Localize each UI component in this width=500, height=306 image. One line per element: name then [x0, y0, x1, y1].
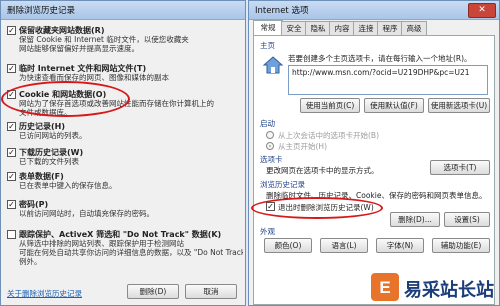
delete-button[interactable]: 删除(D): [127, 284, 179, 299]
startup-home-radio[interactable]: [266, 142, 274, 150]
accessibility-button[interactable]: 辅助功能(E): [432, 238, 490, 253]
highlight-oval-right: [251, 197, 383, 219]
tab-security[interactable]: 安全: [281, 21, 307, 35]
history-delete-button[interactable]: 删除(D)...: [390, 212, 440, 227]
highlight-oval: [1, 81, 130, 117]
tab-general[interactable]: 常规: [253, 20, 283, 35]
option-description: 从筛选中排除的网站列表、跟踪保护用于检测网站: [19, 239, 184, 248]
internet-options-dialog: Internet 选项 ✕ 常规 安全 隐私 内容 连接 程序 高级 主页 若要…: [248, 0, 500, 306]
appearance-section-label: 外观: [260, 227, 275, 236]
option-description: 可能在何处自动共享你访问的详细信息的数据，以及 "Do Not Track" 请…: [19, 248, 243, 257]
svg-text:E: E: [379, 278, 390, 297]
home-section-label: 主页: [260, 41, 275, 50]
option-description: 已下载的文件列表: [19, 157, 79, 166]
use-default-button[interactable]: 使用默认值(F): [364, 98, 424, 113]
languages-button[interactable]: 语言(L): [320, 238, 368, 253]
general-tab-panel: 主页 若要创建多个主页选项卡，请在每行输入一个地址(R)。 http://www…: [253, 35, 495, 305]
history-settings-button[interactable]: 设置(S): [444, 212, 490, 227]
option-checkbox[interactable]: ✓: [7, 172, 16, 181]
watermark-text: 易采站长站: [404, 280, 494, 301]
startup-last-session-label: 从上次会话中的选项卡开始(B): [278, 131, 379, 140]
option-checkbox[interactable]: [7, 230, 16, 239]
options-title: Internet 选项: [255, 6, 309, 16]
option-checkbox[interactable]: ✓: [7, 64, 16, 73]
dialog-title: 删除浏览历史记录: [7, 6, 76, 16]
cancel-button[interactable]: 取消: [185, 284, 237, 299]
tabs-section-label: 选项卡: [260, 155, 283, 164]
use-new-tab-button[interactable]: 使用新选项卡(U): [428, 98, 490, 113]
tab-content[interactable]: 内容: [329, 21, 355, 35]
option-description: 例外。: [19, 257, 42, 266]
option-description: 网站能够保留偏好并提高显示速度。: [19, 44, 139, 53]
option-description: 保留 Cookie 和 Internet 临时文件，以使您收藏夹: [19, 35, 189, 44]
about-delete-history-link[interactable]: 关于删除浏览历史记录: [7, 288, 82, 299]
tabs-settings-button[interactable]: 选项卡(T): [430, 160, 490, 175]
close-button[interactable]: ✕: [468, 3, 496, 18]
tab-programs[interactable]: 程序: [377, 21, 403, 35]
option-checkbox[interactable]: ✓: [7, 148, 16, 157]
fonts-button[interactable]: 字体(N): [376, 238, 424, 253]
delete-history-dialog: 删除浏览历史记录 ✓ 保留收藏夹网站数据(R) 保留 Cookie 和 Intern…: [0, 0, 246, 306]
home-url-input[interactable]: http://www.msn.com/?ocid=U219DHP&pc=U21: [288, 65, 488, 95]
startup-home-label: 从主页开始(H): [278, 142, 327, 151]
colors-button[interactable]: 颜色(O): [264, 238, 312, 253]
option-description: 已访问网站的列表。: [19, 131, 87, 140]
watermark-logo-icon: E: [371, 273, 399, 301]
option-checkbox[interactable]: ✓: [7, 26, 16, 35]
option-description: 已在表单中键入的保存信息。: [19, 181, 117, 190]
dialog-titlebar: 删除浏览历史记录: [1, 1, 245, 20]
home-hint: 若要创建多个主页选项卡，请在每行输入一个地址(R)。: [288, 54, 472, 63]
option-description: 以前访问网站时，自动填充保存的密码。: [19, 209, 154, 218]
startup-last-session-radio[interactable]: [266, 131, 274, 139]
site-watermark: E 易采站长站: [370, 270, 498, 304]
option-checkbox[interactable]: ✓: [7, 200, 16, 209]
home-page-icon: [262, 56, 284, 74]
tab-advanced[interactable]: 高级: [401, 21, 427, 35]
options-titlebar: Internet 选项 ✕: [249, 1, 499, 20]
startup-section-label: 启动: [260, 119, 275, 128]
option-checkbox[interactable]: ✓: [7, 122, 16, 131]
tab-connections[interactable]: 连接: [353, 21, 379, 35]
use-current-button[interactable]: 使用当前页(C): [300, 98, 360, 113]
history-section-label: 浏览历史记录: [260, 180, 305, 189]
tab-privacy[interactable]: 隐私: [305, 21, 331, 35]
tabs-description: 更改网页在选项卡中的显示方式。: [266, 166, 379, 175]
